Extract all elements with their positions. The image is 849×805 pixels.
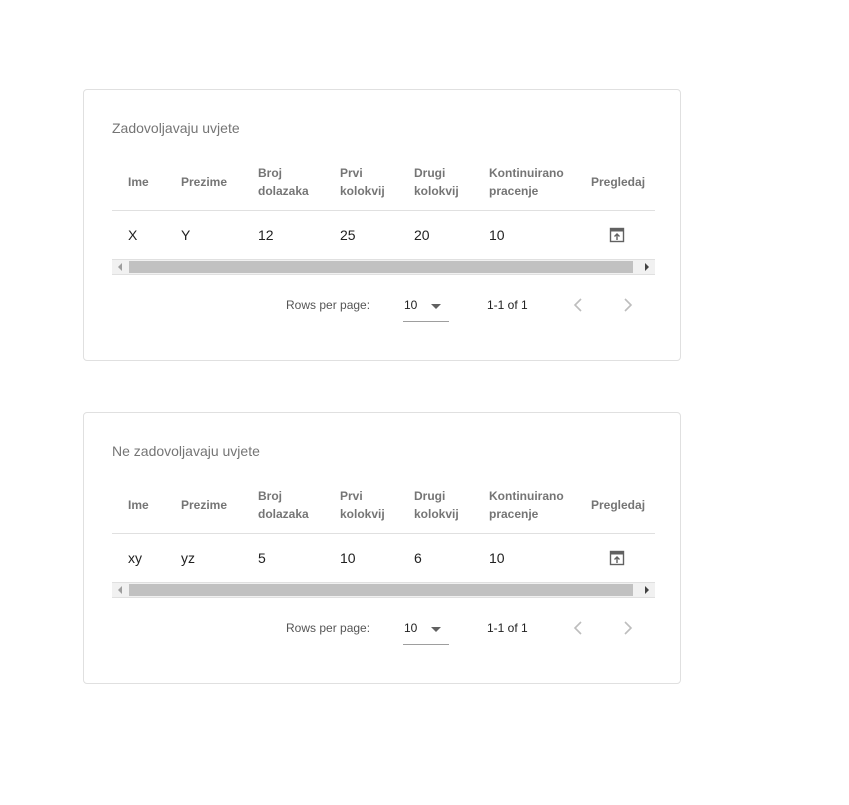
view-button[interactable] (609, 534, 625, 582)
scroll-left-icon[interactable] (112, 583, 128, 597)
dropdown-arrow-icon (431, 304, 441, 309)
scrollbar-thumb[interactable] (129, 261, 633, 273)
open-in-browser-icon (609, 550, 625, 566)
header-kontinuirano-pracenje[interactable]: Kontinuirano pracenje (489, 154, 569, 210)
chevron-right-icon (624, 621, 633, 635)
rows-per-page-select[interactable]: 10 (403, 290, 449, 322)
header-broj-dolazaka[interactable]: Broj dolazaka (258, 154, 318, 210)
pagination: Rows per page: 10 1-1 of 1 (84, 613, 682, 645)
horizontal-scrollbar[interactable] (112, 259, 655, 275)
page-range: 1-1 of 1 (487, 621, 528, 635)
data-table: Ime Prezime Broj dolazaka Prvi kolokvij … (112, 477, 655, 598)
chevron-left-icon (573, 298, 582, 312)
table-card-satisfy: Zadovoljavaju uvjete Ime Prezime Broj do… (83, 89, 681, 361)
cell-prezime: Y (181, 227, 191, 243)
cell-ime: xy (128, 550, 142, 566)
rows-per-page-label: Rows per page: (286, 621, 371, 635)
header-prvi-kolokvij[interactable]: Prvi kolokvij (340, 154, 390, 210)
card-title: Zadovoljavaju uvjete (112, 120, 240, 136)
scroll-left-icon[interactable] (112, 260, 128, 274)
table-header: Ime Prezime Broj dolazaka Prvi kolokvij … (112, 154, 655, 211)
table-row: xy yz 5 10 6 10 (112, 534, 655, 582)
header-prvi-kolokvij[interactable]: Prvi kolokvij (340, 477, 390, 533)
data-table: Ime Prezime Broj dolazaka Prvi kolokvij … (112, 154, 655, 275)
rows-per-page-value: 10 (404, 621, 418, 635)
view-button[interactable] (609, 211, 625, 259)
header-ime[interactable]: Ime (128, 154, 149, 210)
pagination: Rows per page: 10 1-1 of 1 (84, 290, 682, 322)
cell-kontinuirano-pracenje: 10 (489, 227, 505, 243)
header-pregledaj[interactable]: Pregledaj (591, 477, 645, 533)
prev-page-button[interactable] (566, 293, 590, 317)
header-pregledaj[interactable]: Pregledaj (591, 154, 645, 210)
cell-ime: X (128, 227, 138, 243)
chevron-right-icon (624, 298, 633, 312)
dropdown-arrow-icon (431, 627, 441, 632)
header-prezime[interactable]: Prezime (181, 154, 227, 210)
rows-per-page-value: 10 (404, 298, 418, 312)
cell-drugi-kolokvij: 20 (414, 227, 430, 243)
table-row: X Y 12 25 20 10 (112, 211, 655, 259)
scrollbar-thumb[interactable] (129, 584, 633, 596)
table-header: Ime Prezime Broj dolazaka Prvi kolokvij … (112, 477, 655, 534)
header-ime[interactable]: Ime (128, 477, 149, 533)
prev-page-button[interactable] (566, 616, 590, 640)
cell-broj-dolazaka: 12 (258, 227, 274, 243)
header-kontinuirano-pracenje[interactable]: Kontinuirano pracenje (489, 477, 569, 533)
header-drugi-kolokvij[interactable]: Drugi kolokvij (414, 477, 464, 533)
horizontal-scrollbar[interactable] (112, 582, 655, 598)
open-in-browser-icon (609, 227, 625, 243)
cell-broj-dolazaka: 5 (258, 550, 266, 566)
cell-kontinuirano-pracenje: 10 (489, 550, 505, 566)
chevron-left-icon (573, 621, 582, 635)
header-broj-dolazaka[interactable]: Broj dolazaka (258, 477, 318, 533)
cell-drugi-kolokvij: 6 (414, 550, 422, 566)
page-range: 1-1 of 1 (487, 298, 528, 312)
header-drugi-kolokvij[interactable]: Drugi kolokvij (414, 154, 464, 210)
table-card-not-satisfy: Ne zadovoljavaju uvjete Ime Prezime Broj… (83, 412, 681, 684)
next-page-button[interactable] (616, 293, 640, 317)
next-page-button[interactable] (616, 616, 640, 640)
header-prezime[interactable]: Prezime (181, 477, 227, 533)
cell-prezime: yz (181, 550, 195, 566)
rows-per-page-select[interactable]: 10 (403, 613, 449, 645)
rows-per-page-label: Rows per page: (286, 298, 371, 312)
scroll-right-icon[interactable] (639, 583, 655, 597)
cell-prvi-kolokvij: 10 (340, 550, 356, 566)
scroll-right-icon[interactable] (639, 260, 655, 274)
cell-prvi-kolokvij: 25 (340, 227, 356, 243)
card-title: Ne zadovoljavaju uvjete (112, 443, 260, 459)
